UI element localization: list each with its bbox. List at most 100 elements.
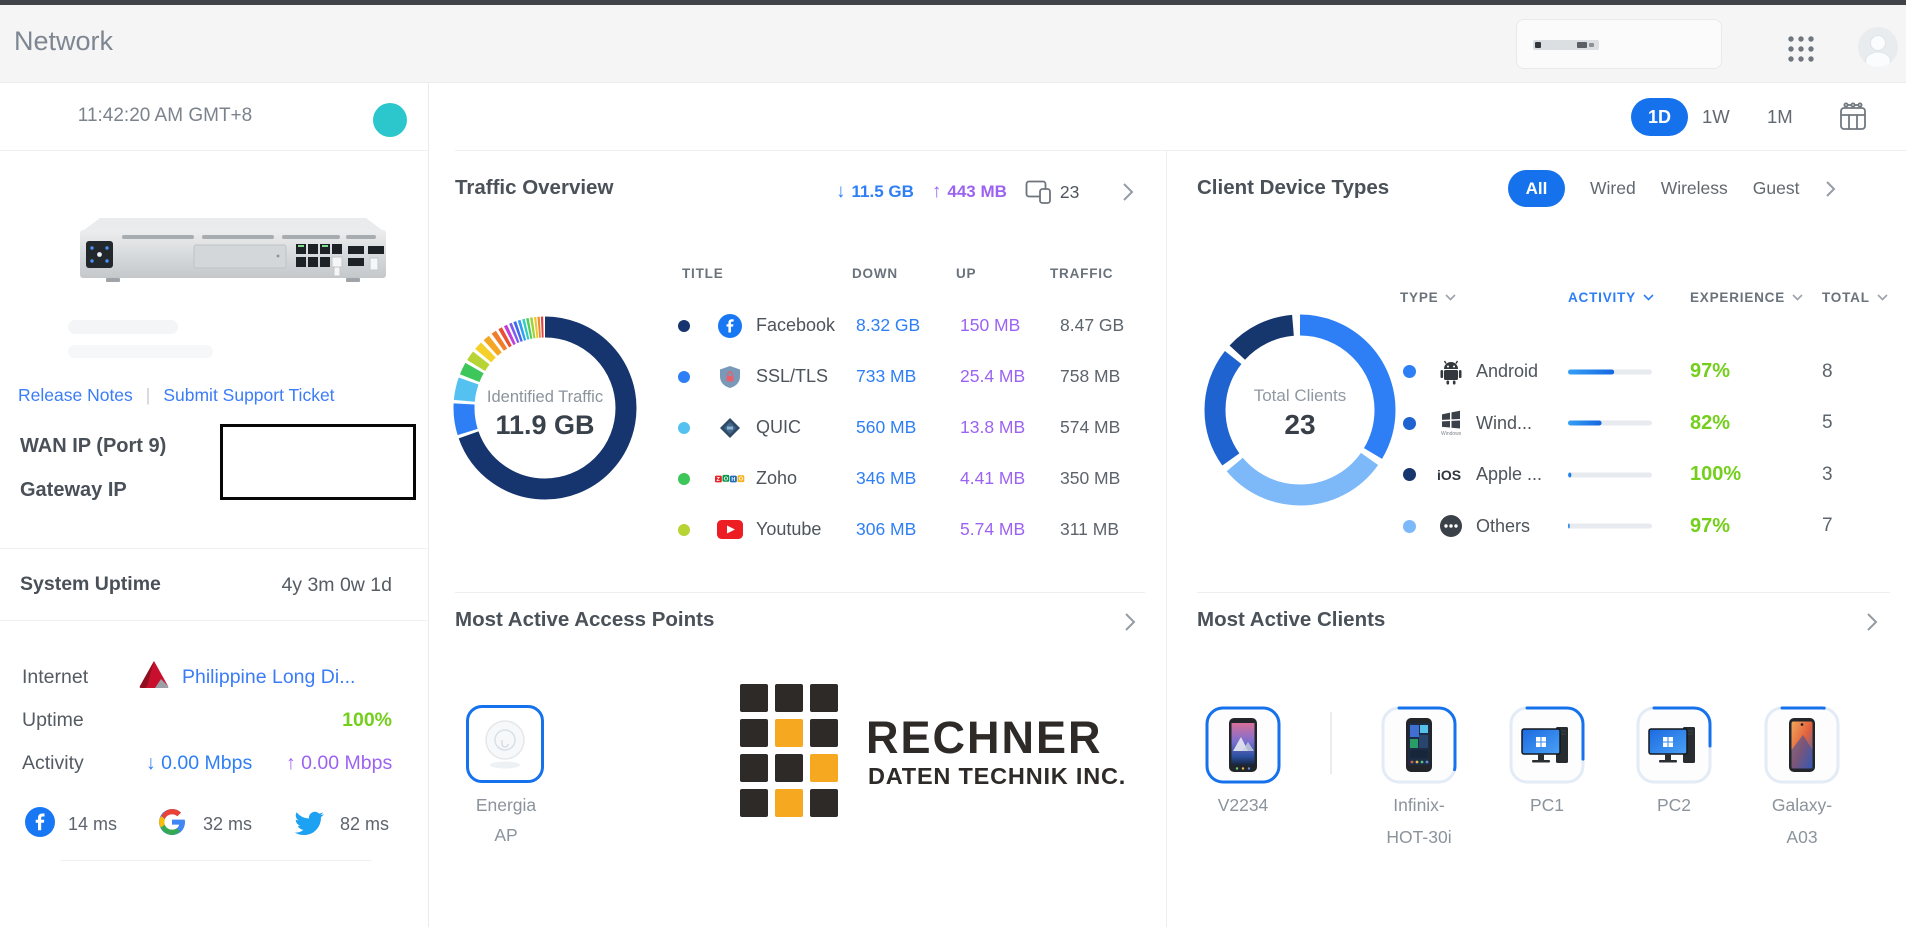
submit-ticket-link[interactable]: Submit Support Ticket <box>163 385 334 406</box>
experience-value: 82% <box>1690 412 1822 435</box>
svg-text:O: O <box>739 476 743 482</box>
divider <box>455 592 1145 593</box>
tabs-overflow-chevron-icon[interactable] <box>1825 180 1836 198</box>
experience-value: 97% <box>1690 360 1822 383</box>
traffic-row-facebook[interactable]: Facebook 8.32 GB 150 MB 8.47 GB <box>664 300 1154 351</box>
google-icon <box>157 807 187 837</box>
total-value: 5 <box>1822 412 1892 434</box>
total-clients-label: Total Clients <box>1200 386 1400 406</box>
total-value: 8 <box>1822 361 1892 383</box>
up-value: 25.4 MB <box>960 366 1060 387</box>
google-latency: 32 ms <box>203 814 252 835</box>
watermark-logo <box>740 684 838 817</box>
col-header-activity[interactable]: ACTIVITY <box>1568 290 1654 305</box>
experience-value: 97% <box>1690 515 1822 538</box>
client-tile-infinix[interactable] <box>1380 705 1458 785</box>
tile-separator <box>1330 712 1332 774</box>
series-dot <box>678 473 690 485</box>
client-type-name: Wind... <box>1476 413 1568 434</box>
client-type-row-others[interactable]: Others 97% 7 <box>1392 501 1892 553</box>
youtube-app-icon <box>717 520 743 539</box>
time-range-1m[interactable]: 1M <box>1767 106 1793 128</box>
sort-caret-icon <box>1445 294 1456 301</box>
quic-app-icon <box>718 416 742 440</box>
col-header-type[interactable]: TYPE <box>1400 290 1456 305</box>
console-selector[interactable] <box>1516 19 1722 69</box>
sort-caret-icon <box>1877 294 1888 301</box>
divider <box>455 150 1906 151</box>
client-name-pc1: PC1 <box>1482 795 1612 816</box>
traffic-panel-chevron-icon[interactable] <box>1122 182 1134 202</box>
client-tile-pc1[interactable] <box>1508 705 1586 785</box>
traffic-value: 574 MB <box>1060 417 1154 438</box>
clients-panel-chevron-icon[interactable] <box>1866 612 1878 632</box>
col-header-title: TITLE <box>682 266 724 281</box>
internet-label: Internet <box>22 666 88 689</box>
redacted-device-name <box>68 320 178 334</box>
activity-download: ↓ 0.00 Mbps <box>146 752 252 775</box>
client-name-infinix-line2: HOT-30i <box>1354 827 1484 848</box>
client-type-row-windows[interactable]: Windows Wind... 82% 5 <box>1392 398 1892 450</box>
page-title: Network <box>14 26 113 57</box>
col-header-experience-label: EXPERIENCE <box>1690 290 1785 305</box>
sort-caret-icon <box>1643 294 1654 301</box>
devices-icon <box>1025 180 1052 204</box>
calendar-icon[interactable] <box>1836 100 1870 134</box>
tab-all[interactable]: All <box>1508 170 1565 207</box>
svg-text:iOS: iOS <box>1437 467 1461 483</box>
traffic-row-zoho[interactable]: ZOHO Zoho 346 MB 4.41 MB 350 MB <box>664 453 1154 504</box>
traffic-row-quic[interactable]: QUIC 560 MB 13.8 MB 574 MB <box>664 402 1154 453</box>
total-clients-value: 23 <box>1200 409 1400 441</box>
activity-label: Activity <box>22 752 84 775</box>
isp-name-link[interactable]: Philippine Long Di... <box>182 666 355 689</box>
client-tile-pc2[interactable] <box>1635 705 1713 785</box>
activity-download-value: 0.00 Mbps <box>161 752 252 774</box>
client-tile-v2234[interactable] <box>1204 705 1282 785</box>
activity-upload-value: 0.00 Mbps <box>301 752 392 774</box>
divider <box>1197 592 1890 593</box>
series-dot <box>678 371 690 383</box>
traffic-row-ssl[interactable]: SSL/TLS 733 MB 25.4 MB 758 MB <box>664 351 1154 402</box>
experience-value: 100% <box>1690 463 1822 486</box>
isp-logo-icon <box>137 659 171 691</box>
ap-tile-energia[interactable] <box>466 705 544 783</box>
others-icon <box>1439 514 1463 538</box>
system-uptime-value: 4y 3m 0w 1d <box>0 574 392 597</box>
apps-grid-icon[interactable] <box>1784 32 1818 66</box>
top-bar: Network <box>0 5 1906 83</box>
link-separator: | <box>146 385 151 406</box>
divider <box>60 860 372 861</box>
user-avatar[interactable] <box>1858 27 1898 67</box>
client-type-row-android[interactable]: Android 97% 8 <box>1392 346 1892 398</box>
support-links: Release Notes | Submit Support Ticket <box>18 385 335 406</box>
release-notes-link[interactable]: Release Notes <box>18 385 133 406</box>
ssl-shield-icon <box>718 365 742 389</box>
most-active-clients-title: Most Active Clients <box>1197 608 1385 632</box>
client-type-row-apple[interactable]: iOS Apple ... 100% 3 <box>1392 449 1892 501</box>
upload-total: 443 MB <box>947 182 1007 202</box>
client-type-name: Others <box>1476 516 1568 537</box>
twitter-latency: 82 ms <box>340 814 389 835</box>
time-range-1d[interactable]: 1D <box>1631 98 1688 136</box>
series-dot <box>1403 417 1416 430</box>
client-name-pc2: PC2 <box>1609 795 1739 816</box>
download-arrow-icon: ↓ <box>836 181 846 203</box>
panel-divider <box>1166 150 1167 927</box>
activity-bar <box>1568 369 1652 375</box>
time-range-1w[interactable]: 1W <box>1702 106 1730 128</box>
tab-guest[interactable]: Guest <box>1753 178 1800 199</box>
col-header-total[interactable]: TOTAL <box>1822 290 1888 305</box>
app-name: QUIC <box>756 417 856 438</box>
console-thumbnail-icon <box>1533 37 1599 53</box>
svg-text:Windows: Windows <box>1441 431 1462 436</box>
divider <box>0 620 429 621</box>
tab-wired[interactable]: Wired <box>1590 178 1636 199</box>
aps-panel-chevron-icon[interactable] <box>1124 612 1136 632</box>
client-name-galaxy-line2: A03 <box>1737 827 1867 848</box>
series-dot <box>1403 468 1416 481</box>
tab-wireless[interactable]: Wireless <box>1661 178 1728 199</box>
col-header-experience[interactable]: EXPERIENCE <box>1690 290 1803 305</box>
traffic-row-youtube[interactable]: Youtube 306 MB 5.74 MB 311 MB <box>664 504 1154 555</box>
client-tile-galaxy[interactable] <box>1763 705 1841 785</box>
facebook-latency: 14 ms <box>68 814 117 835</box>
